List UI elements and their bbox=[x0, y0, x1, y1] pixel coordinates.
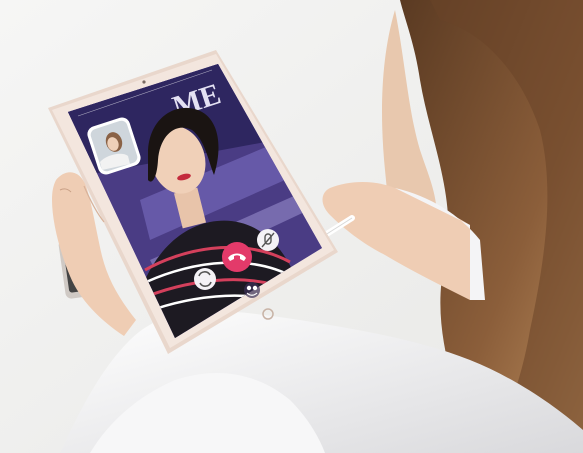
effects-button[interactable] bbox=[244, 282, 260, 298]
end-call-button[interactable] bbox=[222, 242, 252, 272]
photo: ME bbox=[0, 0, 583, 453]
scene-illustration: ME bbox=[0, 0, 583, 453]
switch-camera-button[interactable] bbox=[194, 268, 216, 290]
mute-button[interactable] bbox=[257, 229, 279, 251]
